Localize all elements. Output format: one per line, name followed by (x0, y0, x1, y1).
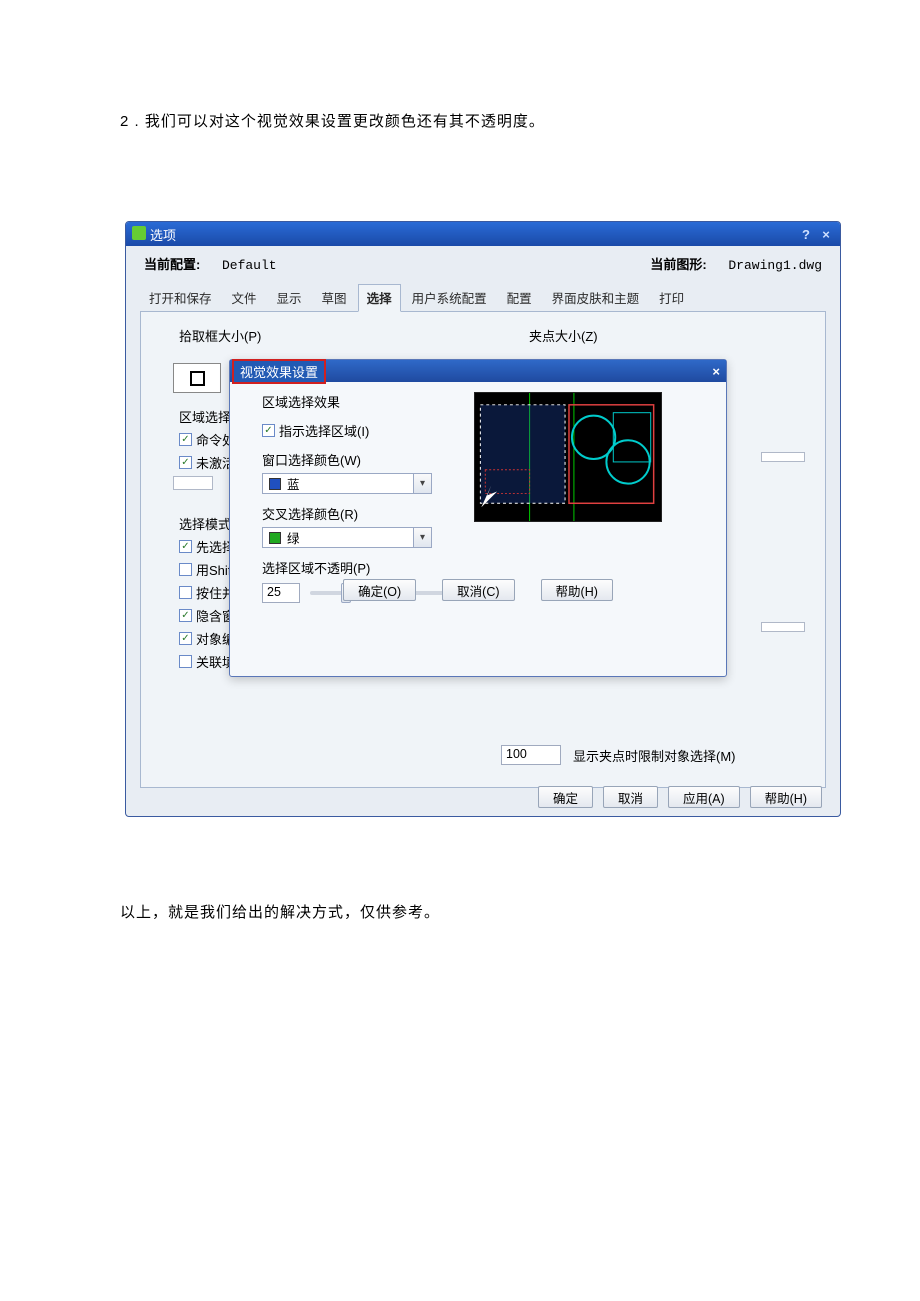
close-icon[interactable]: × (818, 227, 834, 242)
ve-title: 视觉效果设置 (232, 359, 326, 384)
win-color-dropdown[interactable]: 蓝 ▾ (262, 473, 432, 494)
cancel-button[interactable]: 取消 (603, 786, 658, 808)
intro-text: 2 . 我们可以对这个视觉效果设置更改颜色还有其不透明度。 (120, 110, 860, 131)
ve-group-title: 区域选择效果 (262, 392, 452, 411)
tab-draft[interactable]: 草图 (313, 284, 356, 312)
ok-button[interactable]: 确定 (538, 786, 593, 808)
options-header: 当前配置: Default 当前图形: Drawing1.dwg (126, 246, 840, 277)
help-button[interactable]: 帮助(H) (750, 786, 822, 808)
apply-button[interactable]: 应用(A) (668, 786, 740, 808)
selection-preview (474, 392, 662, 522)
tab-profiles[interactable]: 配置 (498, 284, 541, 312)
tabs-row: 打开和保存 文件 显示 草图 选择 用户系统配置 配置 界面皮肤和主题 打印 (140, 283, 826, 312)
drawing-label: 当前图形: (650, 257, 706, 272)
ve-close-icon[interactable]: × (712, 364, 720, 379)
opacity-label: 选择区域不透明(P) (262, 558, 452, 577)
options-footer-buttons: 确定 取消 应用(A) 帮助(H) (538, 786, 822, 808)
ve-ok-button[interactable]: 确定(O) (343, 579, 416, 601)
help-icon[interactable]: ? (798, 227, 814, 242)
grip-slider-partial-1[interactable] (761, 452, 805, 462)
pickbox-size-label: 拾取框大小(P) (179, 326, 489, 345)
screenshot-container: 选项 ? × 当前配置: Default 当前图形: Drawing1.dwg … (125, 221, 845, 821)
grip-limit-label: 显示夹点时限制对象选择(M) (573, 746, 736, 765)
tab-user-options[interactable]: 用户系统配置 (403, 284, 496, 312)
profile-value: Default (222, 258, 277, 273)
ve-help-button[interactable]: 帮助(H) (541, 579, 613, 601)
outro-text: 以上，就是我们给出的解决方式，仅供参考。 (120, 901, 860, 922)
grip-limit-input[interactable]: 100 (501, 745, 561, 765)
tab-open-save[interactable]: 打开和保存 (140, 284, 221, 312)
win-color-label: 窗口选择颜色(W) (262, 450, 452, 469)
cb-indicate-label: 指示选择区域(I) (279, 421, 369, 440)
tab-display[interactable]: 显示 (268, 284, 311, 312)
truncated-input[interactable] (173, 476, 213, 490)
cb-indicate-row[interactable]: ✓ 指示选择区域(I) (262, 421, 452, 440)
cb-shift-label: 用Shif (196, 560, 231, 579)
cross-color-label: 交叉选择颜色(R) (262, 504, 452, 523)
ve-cancel-button[interactable]: 取消(C) (442, 579, 514, 601)
tab-print[interactable]: 打印 (650, 284, 693, 312)
win-color-swatch (269, 478, 281, 490)
chevron-down-icon: ▾ (413, 474, 431, 493)
cross-color-value: 绿 (287, 528, 413, 547)
visual-effect-dialog: 视觉效果设置 × 区域选择效果 ✓ 指示选择区域(I) 窗口选择颜色(W) (229, 359, 727, 677)
pickbox-preview (173, 363, 221, 393)
chevron-down-icon: ▾ (413, 528, 431, 547)
options-title: 选项 (150, 225, 176, 244)
drawing-value: Drawing1.dwg (728, 258, 822, 273)
grip-size-label: 夹点大小(Z) (529, 326, 807, 345)
tab-skin-theme[interactable]: 界面皮肤和主题 (543, 284, 649, 312)
win-color-value: 蓝 (287, 474, 413, 493)
ve-titlebar: 视觉效果设置 × (230, 360, 726, 382)
cross-color-swatch (269, 532, 281, 544)
options-titlebar: 选项 ? × (126, 222, 840, 246)
app-icon (132, 226, 146, 240)
tab-selection[interactable]: 选择 (358, 284, 401, 312)
cross-color-dropdown[interactable]: 绿 ▾ (262, 527, 432, 548)
grip-slider-partial-2[interactable] (761, 622, 805, 632)
profile-label: 当前配置: (144, 257, 200, 272)
tab-file[interactable]: 文件 (223, 284, 266, 312)
